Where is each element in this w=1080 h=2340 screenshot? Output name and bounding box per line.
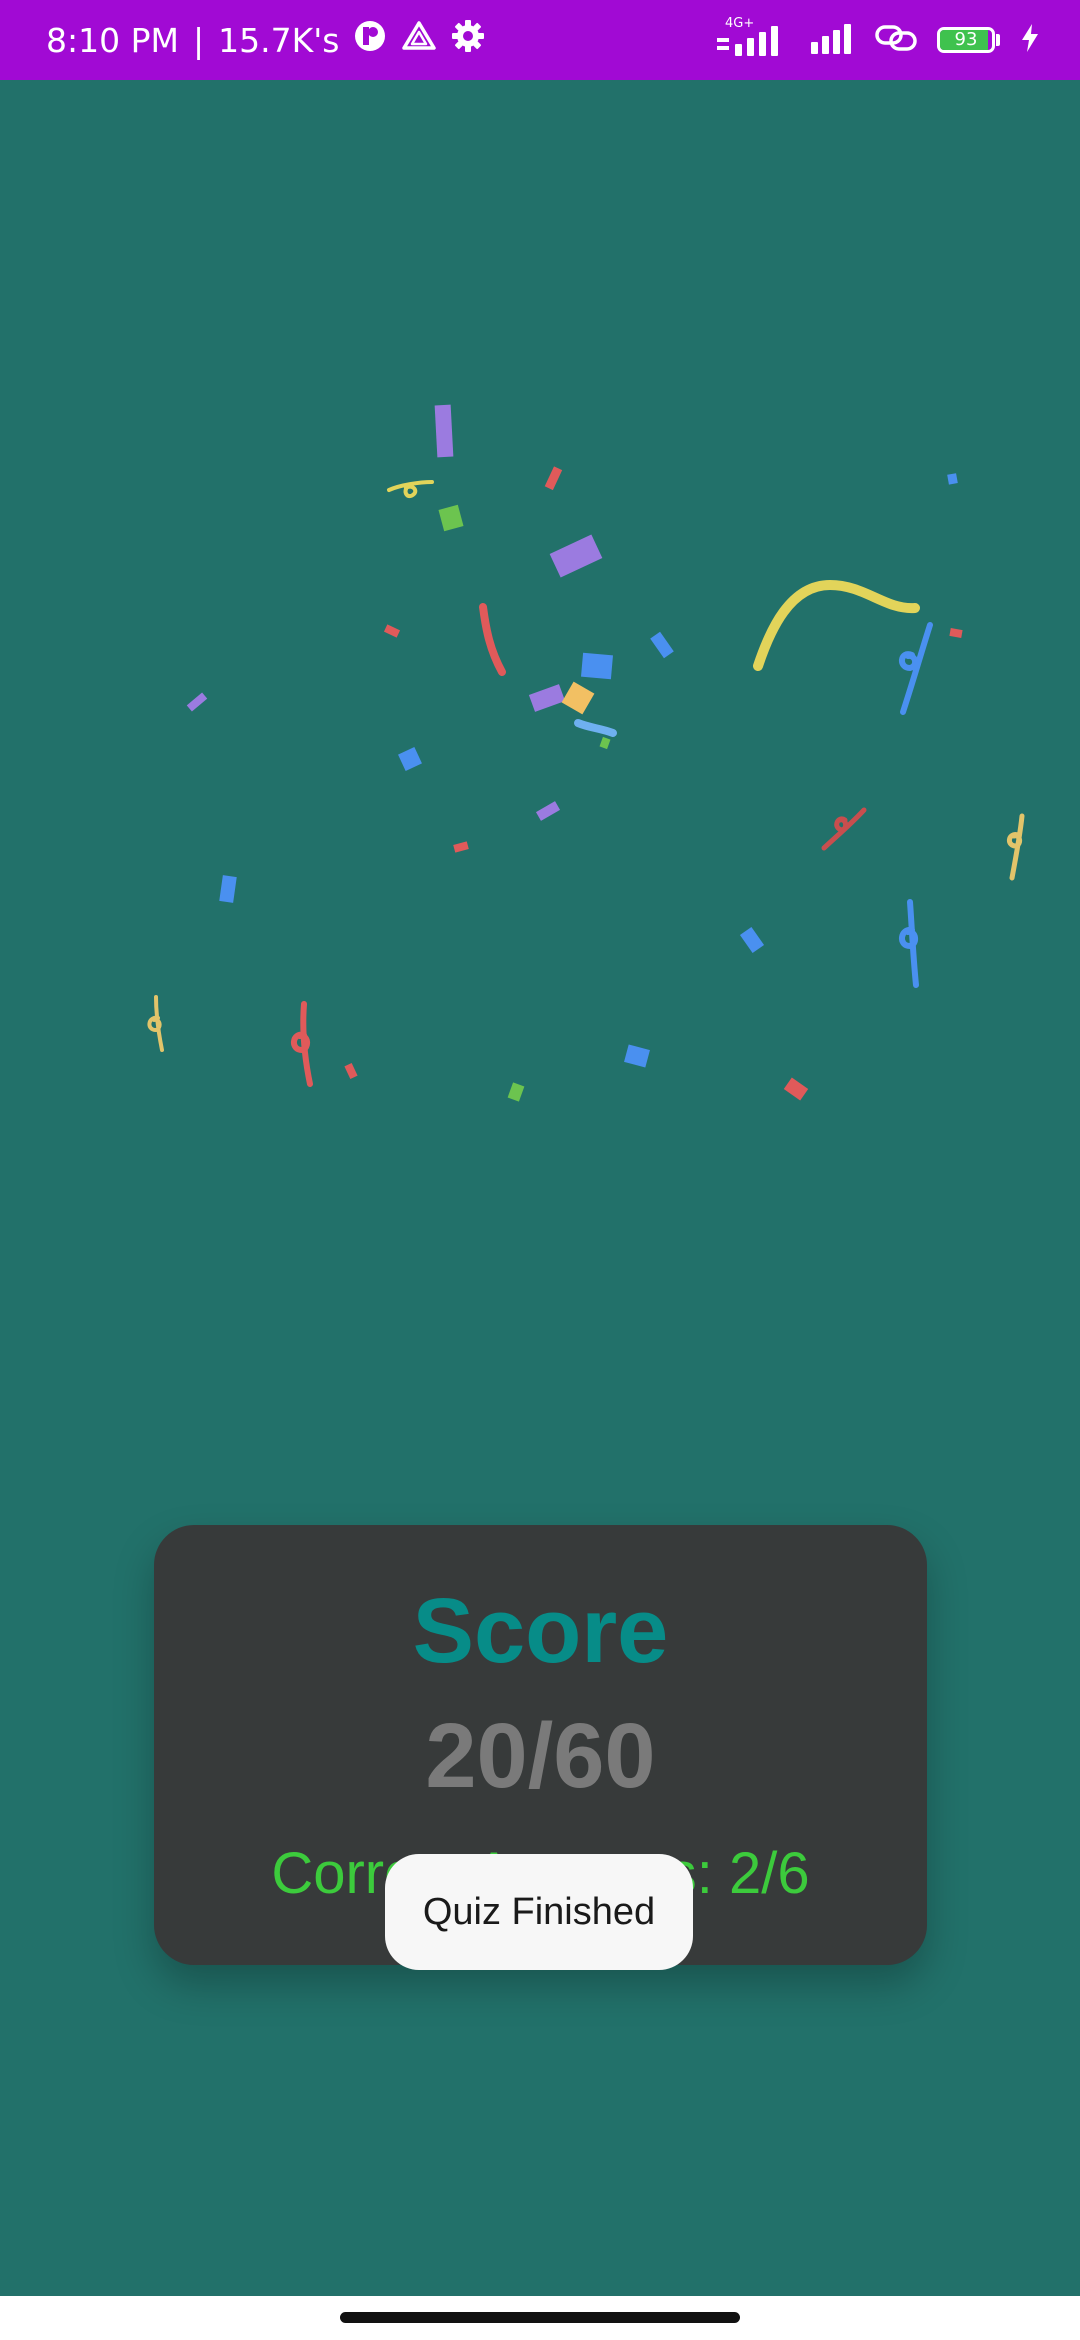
score-title: Score — [412, 1580, 669, 1682]
confetti-piece — [544, 466, 563, 491]
link-icon — [875, 23, 917, 58]
confetti-piece — [561, 681, 595, 715]
drive-icon — [401, 20, 437, 60]
confetti-piece — [624, 1044, 650, 1068]
confetti-piece — [739, 926, 765, 954]
confetti-curl — [1007, 813, 1025, 881]
confetti-piece — [434, 404, 454, 458]
confetti-piece — [398, 747, 422, 771]
score-value: 20/60 — [425, 1705, 656, 1807]
charging-bolt-icon — [1020, 23, 1040, 58]
app-notification-icon — [353, 19, 387, 61]
confetti-piece — [549, 534, 603, 578]
status-data-speed: 15.7K's — [218, 20, 340, 60]
confetti-curl — [821, 807, 867, 851]
confetti-piece — [453, 841, 469, 853]
confetti-curl — [387, 480, 434, 499]
battery-level-text: 93 — [954, 29, 978, 50]
navigation-bar — [0, 2296, 1080, 2340]
confetti-piece — [383, 624, 401, 638]
confetti-piece — [949, 628, 963, 638]
confetti-piece — [599, 736, 611, 750]
home-gesture-handle[interactable] — [340, 2312, 740, 2323]
confetti-animation — [147, 404, 1025, 1102]
confetti-piece — [344, 1062, 358, 1080]
status-bar: 8:10 PM | 15.7K's 4G+ 93 — [0, 0, 1080, 80]
settings-gear-icon — [451, 19, 485, 61]
battery-icon: 93 — [937, 27, 1000, 53]
confetti-streamer — [479, 603, 506, 676]
quiz-finished-toast: Quiz Finished — [385, 1854, 693, 1970]
confetti-streamer — [753, 579, 920, 671]
status-separator: | — [192, 20, 205, 60]
confetti-curl — [899, 622, 933, 715]
status-left: 8:10 PM | 15.7K's — [46, 0, 485, 80]
toast-message: Quiz Finished — [422, 1890, 656, 1933]
status-right: 4G+ 93 — [717, 0, 1040, 80]
confetti-piece — [535, 801, 561, 821]
confetti-piece — [947, 473, 958, 485]
signal-icon — [811, 20, 855, 61]
confetti-piece — [438, 504, 464, 532]
confetti-piece — [219, 875, 237, 903]
confetti-piece — [783, 1077, 809, 1101]
confetti-curl — [291, 1001, 313, 1087]
battery-body: 93 — [937, 27, 995, 53]
status-time: 8:10 PM — [46, 20, 179, 60]
confetti-curl — [899, 899, 919, 988]
confetti-piece — [507, 1082, 525, 1102]
battery-tip — [996, 34, 1000, 46]
confetti-curl — [147, 995, 164, 1052]
confetti-piece — [186, 692, 208, 712]
confetti-piece — [528, 684, 566, 712]
confetti-piece — [581, 652, 613, 680]
confetti-piece — [650, 631, 674, 659]
signal-4g-icon: 4G+ — [717, 16, 791, 60]
confetti-streamer — [574, 719, 617, 737]
